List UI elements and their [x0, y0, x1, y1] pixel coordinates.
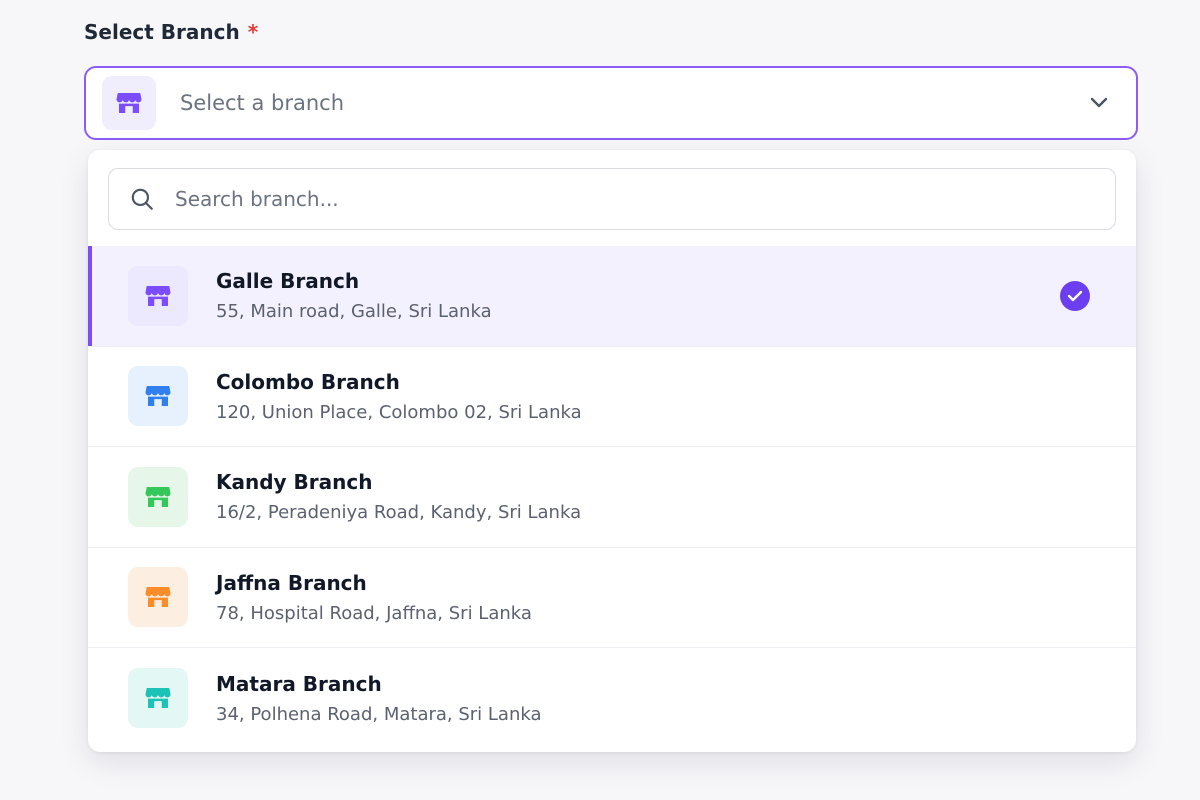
store-icon	[128, 265, 188, 326]
branch-dropdown: Galle Branch 55, Main road, Galle, Sri La…	[88, 150, 1136, 752]
branch-address: 78, Hospital Road, Jaffna, Sri Lanka	[216, 602, 532, 624]
search-field[interactable]	[108, 168, 1116, 230]
branch-address: 120, Union Place, Colombo 02, Sri Lanka	[216, 401, 582, 423]
branch-option-text: Galle Branch 55, Main road, Galle, Sri La…	[216, 269, 492, 322]
branch-select[interactable]: Select a branch	[84, 66, 1138, 140]
branch-option-text: Matara Branch 34, Polhena Road, Matara, S…	[216, 672, 542, 725]
field-label: Select Branch *	[84, 20, 258, 44]
branch-option-text: Jaffna Branch 78, Hospital Road, Jaffna, …	[216, 571, 532, 624]
branch-option[interactable]: Kandy Branch 16/2, Peradeniya Road, Kandy…	[88, 447, 1136, 548]
store-icon	[116, 93, 142, 113]
branch-address: 34, Polhena Road, Matara, Sri Lanka	[216, 703, 542, 725]
chevron-down-icon[interactable]	[1088, 92, 1110, 114]
select-placeholder: Select a branch	[180, 91, 345, 115]
branch-address: 55, Main road, Galle, Sri Lanka	[216, 301, 492, 323]
field-label-text: Select Branch	[84, 20, 240, 44]
store-icon	[128, 567, 188, 628]
store-icon	[128, 668, 188, 729]
check-circle-icon	[1060, 280, 1090, 311]
store-icon	[128, 366, 188, 427]
select-store-icon	[102, 76, 156, 130]
search-input[interactable]	[175, 187, 1075, 211]
branch-option[interactable]: Colombo Branch 120, Union Place, Colombo …	[88, 347, 1136, 447]
branch-option[interactable]: Jaffna Branch 78, Hospital Road, Jaffna, …	[88, 548, 1136, 648]
branch-name: Jaffna Branch	[216, 570, 367, 595]
search-icon	[131, 188, 153, 210]
branch-name: Kandy Branch	[216, 470, 373, 495]
branch-name: Galle Branch	[216, 269, 360, 294]
store-icon	[128, 466, 188, 527]
branch-option-list: Galle Branch 55, Main road, Galle, Sri La…	[88, 246, 1136, 749]
branch-name: Colombo Branch	[216, 369, 400, 394]
branch-option-text: Kandy Branch 16/2, Peradeniya Road, Kandy…	[216, 470, 581, 523]
branch-option[interactable]: Matara Branch 34, Polhena Road, Matara, S…	[88, 648, 1136, 749]
branch-address: 16/2, Peradeniya Road, Kandy, Sri Lanka	[216, 502, 582, 524]
branch-name: Matara Branch	[216, 671, 382, 696]
branch-option-text: Colombo Branch 120, Union Place, Colombo …	[216, 370, 582, 423]
required-indicator: *	[247, 20, 259, 44]
branch-option[interactable]: Galle Branch 55, Main road, Galle, Sri La…	[88, 246, 1136, 347]
